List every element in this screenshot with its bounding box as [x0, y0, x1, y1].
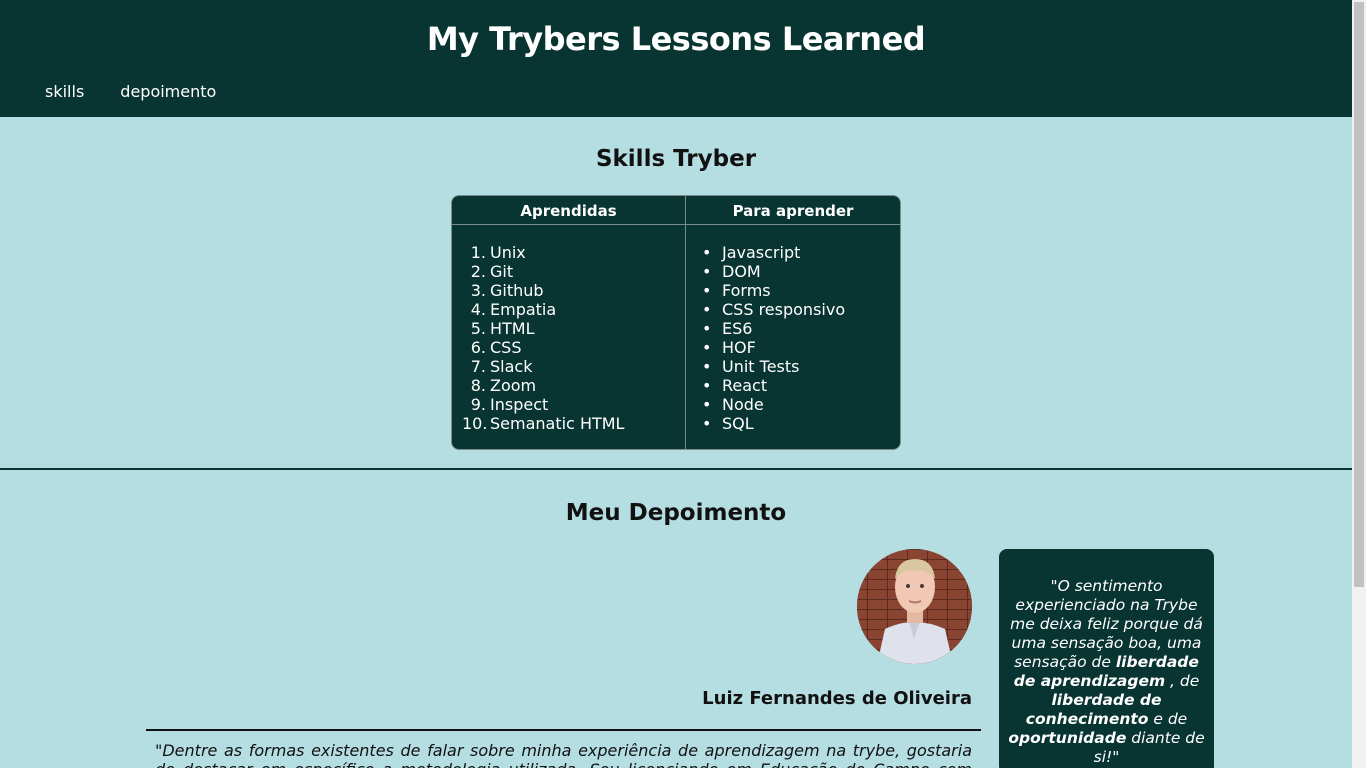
author-divider [146, 729, 981, 731]
skill-label: React [722, 376, 768, 395]
list-item: 3. Github [470, 281, 544, 300]
testimonial-title: Meu Depoimento [565, 500, 787, 526]
author-name: Luiz Fernandes de Oliveira [702, 688, 972, 709]
learned-skills-list: 1. Unix 2. Git 3. Github 4. Empatia 5. HTML 6… [462, 243, 624, 433]
list-item: 5. HTML [470, 319, 535, 338]
list-item: 6. CSS [470, 338, 522, 357]
skill-label: CSS responsivo [722, 300, 846, 319]
list-item: 10. Semanatic HTML [462, 414, 625, 433]
list-item: • HOF [702, 338, 756, 357]
quote-text: e de [1148, 710, 1188, 728]
skill-label: Slack [490, 357, 533, 376]
nav-link-depoimento[interactable]: depoimento [120, 82, 216, 101]
list-item: 7. Slack [470, 357, 533, 376]
skill-label: Node [722, 395, 764, 414]
skill-label: Git [490, 262, 514, 281]
list-item: 9. Inspect [470, 395, 549, 414]
list-item: 8. Zoom [470, 376, 537, 395]
skills-title: Skills Tryber [595, 146, 757, 172]
skill-label: Unit Tests [722, 357, 800, 376]
skill-label: Zoom [490, 376, 537, 395]
header-divider [452, 224, 900, 225]
skill-label: Semanatic HTML [490, 414, 625, 433]
section-divider [0, 468, 1352, 470]
to-learn-skills-list: • Javascript • DOM • Forms • CSS responsivo … [702, 243, 845, 433]
list-item: • Forms [702, 281, 771, 300]
nav-link-skills[interactable]: skills [45, 82, 84, 101]
quote-text: , de [1165, 672, 1200, 690]
skill-label: Forms [722, 281, 771, 300]
skill-label: Github [490, 281, 544, 300]
main-nav: skills depoimento [45, 82, 216, 101]
list-item: 1. Unix [470, 243, 526, 262]
column-divider [685, 196, 686, 449]
skill-label: HOF [722, 338, 756, 357]
quote-emphasis: oportunidade [1008, 729, 1127, 747]
skill-label: SQL [722, 414, 754, 433]
skill-label: CSS [490, 338, 522, 357]
skill-label: Empatia [490, 300, 557, 319]
skills-table: Aprendidas Para aprender 1. Unix 2. Git 3.… [451, 195, 901, 450]
quote-box: "O sentimento experienciado na Trybe me … [999, 549, 1214, 768]
list-item: • Node [702, 395, 764, 414]
list-item: • Javascript [702, 243, 801, 262]
avatar [857, 549, 972, 664]
skill-label: Unix [490, 243, 526, 262]
quote-emphasis: liberdade de conhecimento [1025, 691, 1162, 728]
list-item: • Unit Tests [702, 357, 800, 376]
list-item: • ES6 [702, 319, 753, 338]
list-item: • React [702, 376, 768, 395]
list-item: • DOM [702, 262, 761, 281]
skill-label: ES6 [722, 319, 753, 338]
skill-label: DOM [722, 262, 761, 281]
avatar-photo [857, 549, 972, 664]
list-item: 4. Empatia [470, 300, 557, 319]
site-title: My Trybers Lessons Learned [426, 20, 926, 58]
scrollbar-thumb[interactable] [1354, 2, 1364, 587]
skill-label: Inspect [490, 395, 549, 414]
column-header-to-learn: Para aprender [732, 202, 854, 220]
skill-label: Javascript [722, 243, 801, 262]
column-header-learned: Aprendidas [520, 202, 617, 220]
vertical-scrollbar[interactable] [1352, 0, 1366, 768]
site-header: My Trybers Lessons Learned skills depoim… [0, 0, 1352, 117]
list-item: • SQL [702, 414, 754, 433]
skill-label: HTML [490, 319, 535, 338]
list-item: 2. Git [470, 262, 514, 281]
testimonial-text: "Dentre as formas existentes de falar so… [155, 741, 972, 768]
list-item: • CSS responsivo [702, 300, 846, 319]
